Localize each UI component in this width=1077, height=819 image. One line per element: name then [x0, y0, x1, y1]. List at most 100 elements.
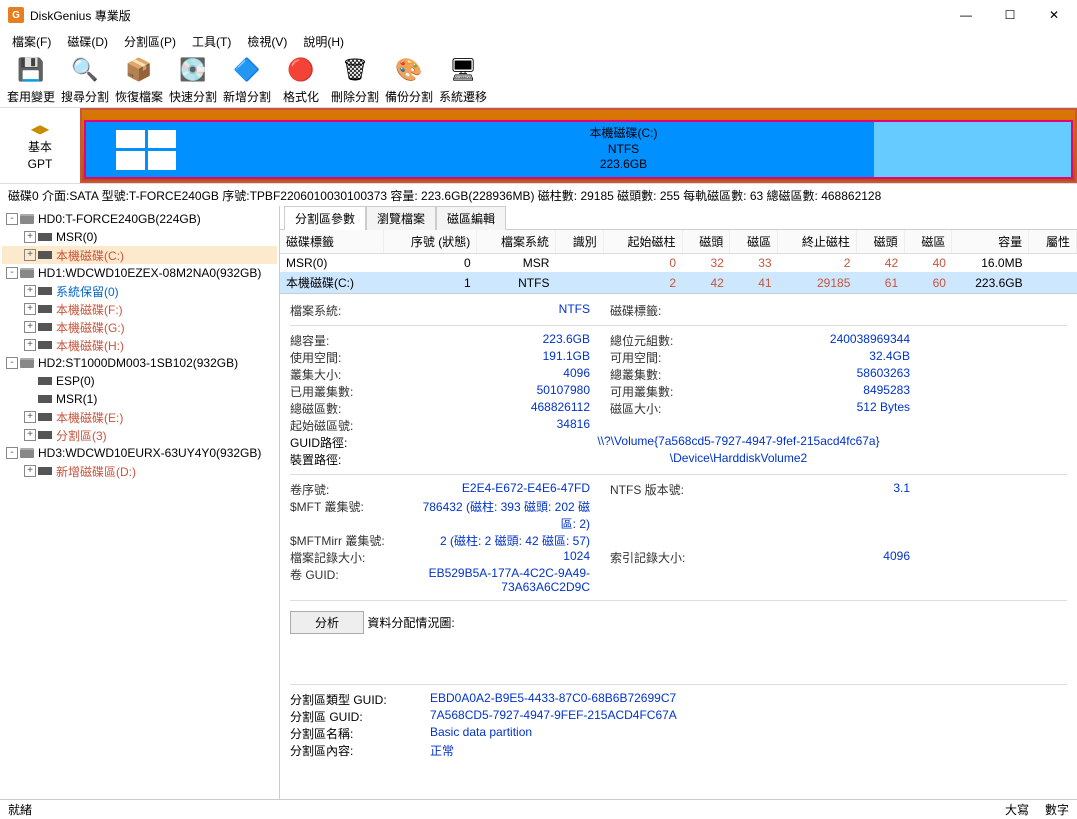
caps-indicator: 大寫: [1005, 801, 1029, 818]
grid-row[interactable]: 本機磁碟(C:)1NTFS24241291856160223.6GB: [280, 272, 1077, 293]
tree-toggle-icon[interactable]: +: [24, 339, 36, 351]
menu-item[interactable]: 檔案(F): [4, 31, 59, 52]
tree-toggle-icon[interactable]: +: [24, 465, 36, 477]
menu-item[interactable]: 磁碟(D): [59, 31, 116, 52]
grid-header[interactable]: 磁頭: [856, 230, 904, 254]
status-text: 就緒: [8, 801, 32, 818]
grid-cell: 29185: [778, 272, 857, 293]
tree-toggle-icon[interactable]: +: [24, 429, 36, 441]
grid-header[interactable]: 磁碟標籤: [280, 230, 383, 254]
detail-label: 可用叢集數:: [610, 383, 730, 400]
tree-partition-node[interactable]: +分割區(3): [2, 426, 277, 444]
grid-header[interactable]: 終止磁柱: [778, 230, 857, 254]
grid-row[interactable]: MSR(0)0MSR032332424016.0MB: [280, 254, 1077, 273]
detail-label: $MFT 叢集號:: [290, 498, 410, 532]
tree-disk-node[interactable]: -HD1:WDCWD10EZEX-08M2NA0(932GB): [2, 264, 277, 282]
tree-partition-node[interactable]: +本機磁碟(C:): [2, 246, 277, 264]
tree-toggle-icon[interactable]: -: [6, 213, 18, 225]
備份分割-icon: 🎨: [393, 54, 425, 86]
toolbar-button[interactable]: 🎨備份分割: [382, 54, 436, 105]
tree-partition-node[interactable]: +MSR(0): [2, 228, 277, 246]
tree-toggle-icon[interactable]: +: [24, 285, 36, 297]
grid-header[interactable]: 磁區: [904, 230, 952, 254]
tree-toggle-icon[interactable]: -: [6, 447, 18, 459]
tree-partition-node[interactable]: +本機磁碟(F:): [2, 300, 277, 318]
tree-disk-node[interactable]: -HD2:ST1000DM003-1SB102(932GB): [2, 354, 277, 372]
menu-item[interactable]: 檢視(V): [239, 31, 295, 52]
tree-disk-node[interactable]: -HD0:T-FORCE240GB(224GB): [2, 210, 277, 228]
toolbar-button[interactable]: 🖥系統遷移: [436, 54, 490, 105]
detail-label: NTFS 版本號:: [610, 481, 730, 498]
detail-label: [610, 498, 730, 532]
analyze-button[interactable]: 分析: [290, 611, 364, 634]
tab[interactable]: 分割區參數: [284, 206, 366, 230]
detail-value: \\?\Volume{7a568cd5-7927-4947-9fef-215ac…: [410, 434, 1067, 451]
tree-partition-node[interactable]: MSR(1): [2, 390, 277, 408]
disk-bar[interactable]: 本機磁碟(C:) NTFS 223.6GB: [80, 108, 1077, 183]
detail-label: 檔案記錄大小:: [290, 549, 410, 566]
grid-cell: 42: [856, 254, 904, 273]
toolbar-label: 系統遷移: [439, 88, 487, 105]
disk-tree[interactable]: -HD0:T-FORCE240GB(224GB)+MSR(0)+本機磁碟(C:)…: [0, 206, 280, 799]
tree-partition-node[interactable]: ESP(0): [2, 372, 277, 390]
partition-icon: [38, 395, 52, 403]
toolbar-button[interactable]: 📦恢復檔案: [112, 54, 166, 105]
toolbar-label: 搜尋分割: [61, 88, 109, 105]
grid-header[interactable]: 識別: [555, 230, 603, 254]
detail-value: 3.1: [730, 481, 930, 498]
partition-grid[interactable]: 磁碟標籤序號 (狀態)檔案系統識別起始磁柱磁頭磁區終止磁柱磁頭磁區容量屬性 MS…: [280, 230, 1077, 294]
tree-toggle-icon[interactable]: +: [24, 411, 36, 423]
tree-toggle-icon[interactable]: +: [24, 249, 36, 261]
grid-header[interactable]: 屬性: [1029, 230, 1077, 254]
新增分割-icon: 🔷: [231, 54, 263, 86]
套用變更-icon: 💾: [15, 54, 47, 86]
tree-node-label: 系統保留(0): [56, 283, 119, 300]
next-disk-icon[interactable]: ▶: [40, 122, 49, 136]
close-button[interactable]: ✕: [1039, 8, 1069, 22]
tree-partition-node[interactable]: +新增磁碟區(D:): [2, 462, 277, 480]
status-bar: 就緒 大寫 數字: [0, 799, 1077, 819]
tree-toggle-icon[interactable]: -: [6, 267, 18, 279]
grid-header[interactable]: 起始磁柱: [603, 230, 682, 254]
toolbar-label: 套用變更: [7, 88, 55, 105]
grid-header[interactable]: 檔案系統: [477, 230, 556, 254]
tab[interactable]: 瀏覽檔案: [366, 206, 436, 230]
grid-cell: 61: [856, 272, 904, 293]
detail-value: [730, 532, 930, 549]
grid-header[interactable]: 序號 (狀態): [383, 230, 476, 254]
partition-icon: [38, 305, 52, 313]
partition-icon: [38, 431, 52, 439]
partition-details: 檔案系統:NTFS磁碟標籤:總容量:223.6GB總位元組數:240038969…: [280, 294, 1077, 799]
maximize-button[interactable]: ☐: [995, 8, 1025, 22]
toolbar-button[interactable]: 💽快速分割: [166, 54, 220, 105]
menu-item[interactable]: 說明(H): [295, 31, 352, 52]
tree-toggle-icon[interactable]: +: [24, 321, 36, 333]
toolbar-button[interactable]: 🔷新增分割: [220, 54, 274, 105]
toolbar-label: 格式化: [283, 88, 319, 105]
tree-partition-node[interactable]: +本機磁碟(H:): [2, 336, 277, 354]
tree-toggle-icon[interactable]: -: [6, 357, 18, 369]
prev-disk-icon[interactable]: ◀: [31, 122, 40, 136]
partition-block[interactable]: 本機磁碟(C:) NTFS 223.6GB: [84, 120, 1073, 179]
grid-header[interactable]: 磁區: [730, 230, 778, 254]
tree-partition-node[interactable]: +本機磁碟(G:): [2, 318, 277, 336]
toolbar-label: 恢復檔案: [115, 88, 163, 105]
toolbar-button[interactable]: 💾 套用變更: [4, 54, 58, 105]
detail-label: 裝置路徑:: [290, 451, 410, 468]
tree-toggle-icon[interactable]: +: [24, 231, 36, 243]
detail-label: 檔案系統:: [290, 302, 410, 319]
menu-item[interactable]: 分割區(P): [116, 31, 184, 52]
minimize-button[interactable]: —: [951, 8, 981, 22]
tree-partition-node[interactable]: +本機磁碟(E:): [2, 408, 277, 426]
toolbar-button[interactable]: 🔍搜尋分割: [58, 54, 112, 105]
toolbar-button[interactable]: 🔴格式化: [274, 54, 328, 105]
tree-toggle-icon[interactable]: +: [24, 303, 36, 315]
menu-item[interactable]: 工具(T): [184, 31, 239, 52]
grid-header[interactable]: 磁頭: [682, 230, 730, 254]
grid-cell: 223.6GB: [952, 272, 1029, 293]
tab[interactable]: 磁區編輯: [436, 206, 506, 230]
toolbar-button[interactable]: 🗑刪除分割: [328, 54, 382, 105]
grid-header[interactable]: 容量: [952, 230, 1029, 254]
tree-disk-node[interactable]: -HD3:WDCWD10EURX-63UY4Y0(932GB): [2, 444, 277, 462]
tree-partition-node[interactable]: + 系統保留(0): [2, 282, 277, 300]
